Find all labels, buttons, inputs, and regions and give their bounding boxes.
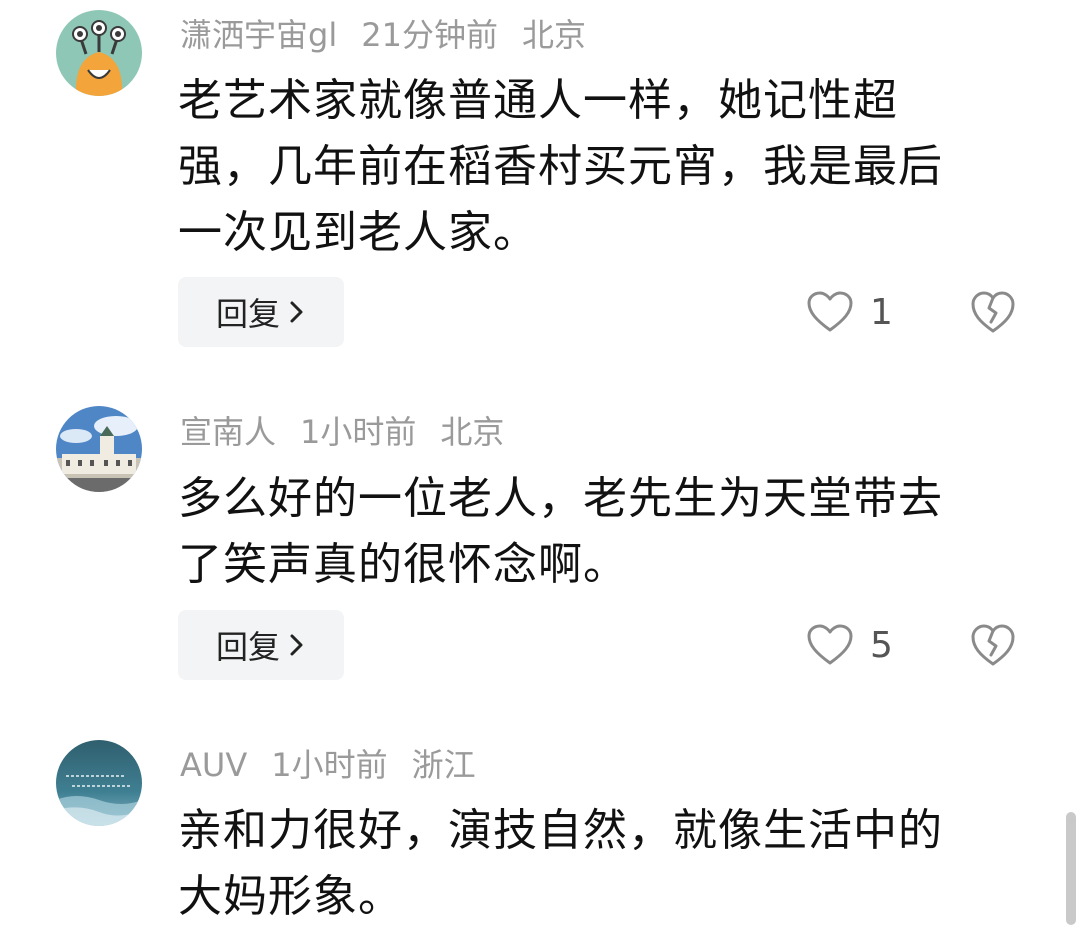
ocean-avatar-icon xyxy=(56,740,142,826)
like-count: 5 xyxy=(870,624,893,666)
comment-line: 强，几年前在稻香村买元宵，我是最后 xyxy=(178,141,943,192)
like-button[interactable]: 1 xyxy=(806,284,893,340)
location: 北京 xyxy=(521,16,586,54)
comment-meta: 宣南人 1小时前 北京 xyxy=(180,411,528,453)
heart-outline-icon xyxy=(807,291,853,332)
username[interactable]: 宣南人 xyxy=(180,413,276,451)
broken-heart-icon[interactable] xyxy=(970,622,1016,668)
username[interactable]: AUV xyxy=(180,746,247,784)
like-count: 1 xyxy=(870,291,893,333)
avatar[interactable] xyxy=(56,10,142,96)
comment-line: 一次见到老人家。 xyxy=(178,207,538,258)
comment-line: 亲和力很好，演技自然，就像生活中的 xyxy=(178,805,943,856)
comment-line: 多么好的一位老人，老先生为天堂带去 xyxy=(178,473,943,524)
timestamp: 1小时前 xyxy=(300,413,417,451)
comment-text: 老艺术家就像普通人一样，她记性超 强，几年前在稻香村买元宵，我是最后 一次见到老… xyxy=(178,68,1008,266)
scrollbar[interactable] xyxy=(1066,812,1076,925)
location: 北京 xyxy=(440,413,505,451)
location: 浙江 xyxy=(411,746,476,784)
comment-line: 大妈形象。 xyxy=(178,871,403,922)
avatar[interactable] xyxy=(56,406,142,492)
reply-button[interactable]: 回复 xyxy=(178,610,344,680)
username[interactable]: 潇洒宇宙gl xyxy=(180,16,337,54)
building-avatar-icon xyxy=(56,406,142,492)
timestamp: 21分钟前 xyxy=(361,16,498,54)
avatar[interactable] xyxy=(56,740,142,826)
comment-line: 老艺术家就像普通人一样，她记性超 xyxy=(178,75,898,126)
monster-avatar-icon xyxy=(56,10,142,96)
comment-text: 亲和力很好，演技自然，就像生活中的 大妈形象。 xyxy=(178,798,1008,930)
comment-meta: 潇洒宇宙gl 21分钟前 北京 xyxy=(180,14,610,56)
comment-text: 多么好的一位老人，老先生为天堂带去 了笑声真的很怀念啊。 xyxy=(178,466,1008,598)
reply-label: 回复 xyxy=(215,628,280,666)
timestamp: 1小时前 xyxy=(271,746,388,784)
comment-line: 了笑声真的很怀念啊。 xyxy=(178,539,628,590)
chevron-right-icon xyxy=(290,634,303,656)
reply-button[interactable]: 回复 xyxy=(178,277,344,347)
comment-meta: AUV 1小时前 浙江 xyxy=(180,744,500,786)
heart-outline-icon xyxy=(807,624,853,665)
comment-item: 潇洒宇宙gl 21分钟前 北京 老艺术家就像普通人一样，她记性超 强，几年前在稻香村… xyxy=(0,0,1080,370)
chevron-right-icon xyxy=(290,301,303,323)
reply-label: 回复 xyxy=(215,295,280,333)
like-button[interactable]: 5 xyxy=(806,617,893,673)
broken-heart-icon[interactable] xyxy=(970,289,1016,335)
